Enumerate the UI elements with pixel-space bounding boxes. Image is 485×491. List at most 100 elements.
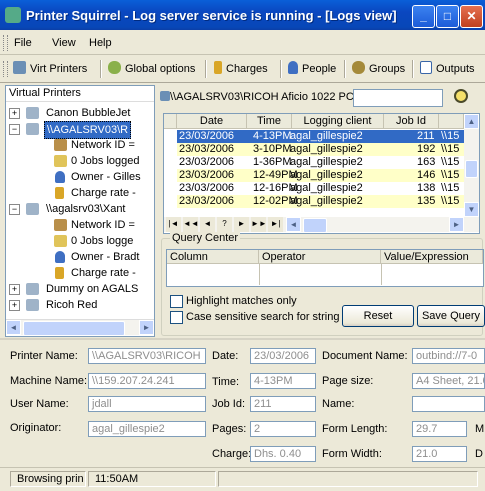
pages-label: Pages: — [212, 423, 247, 435]
tree-item-label: \\agalsrv03\Xant — [46, 203, 126, 215]
menu-help[interactable]: Help — [89, 37, 112, 49]
collapse-icon[interactable]: − — [9, 124, 20, 135]
collapse-icon[interactable]: − — [9, 204, 20, 215]
next-record-icon[interactable]: ► — [234, 217, 249, 232]
prev-record-icon[interactable]: ◄ — [200, 217, 215, 232]
scroll-left-icon[interactable]: ◄ — [286, 217, 301, 232]
name-field[interactable] — [412, 396, 485, 412]
search-icon[interactable] — [454, 89, 468, 103]
expand-icon[interactable]: + — [9, 284, 20, 295]
machine-name-field[interactable]: \\159.207.24.241 — [88, 373, 206, 389]
scroll-left-icon[interactable]: ◄ — [6, 320, 21, 335]
printer-search-field[interactable] — [353, 89, 443, 107]
form-width-label: Form Width: — [322, 448, 382, 460]
global-options-button[interactable]: Global options — [108, 60, 195, 78]
time-field[interactable]: 4-13PM — [250, 373, 316, 389]
scroll-down-icon[interactable]: ▼ — [464, 202, 479, 217]
table-row[interactable]: 23/03/2006 12-49PM agal_gillespie2 146 \\15 — [177, 169, 464, 182]
network-icon — [54, 139, 67, 151]
scroll-right-icon[interactable]: ► — [449, 217, 464, 232]
table-row[interactable]: 23/03/2006 12-02PM agal_gillespie2 135 \\15 — [177, 195, 464, 208]
tree-item-label: Ricoh Red — [46, 299, 98, 311]
outputs-button[interactable]: Outputs — [420, 60, 475, 78]
groups-button[interactable]: Groups — [352, 60, 405, 78]
close-button[interactable]: ✕ — [460, 5, 483, 28]
save-query-button[interactable]: Save Query — [417, 305, 485, 327]
scroll-thumb[interactable] — [303, 218, 327, 233]
tree-item-label: Network ID = — [71, 139, 135, 151]
document-name-field[interactable]: outbind://7-0 — [412, 348, 485, 364]
toolbar-separator — [344, 60, 346, 78]
table-row[interactable]: 23/03/2006 4-13PM agal_gillespie2 211 \\15 — [177, 130, 464, 143]
menu-file[interactable]: File — [14, 37, 32, 49]
case-sensitive-label: Case sensitive search for string — [186, 311, 340, 323]
virt-printers-label: Virt Printers — [30, 63, 88, 75]
highlight-matches-checkbox[interactable] — [170, 295, 183, 308]
column-header-extra[interactable] — [439, 114, 464, 129]
virt-printers-button[interactable]: Virt Printers — [13, 60, 87, 78]
next-page-icon[interactable]: ►► — [251, 217, 267, 232]
title-bar: Printer Squirrel - Log server service is… — [0, 0, 485, 30]
reset-button[interactable]: Reset — [342, 305, 414, 327]
highlight-matches-label: Highlight matches only — [186, 295, 297, 307]
column-header-client[interactable]: Logging client — [292, 114, 384, 129]
charges-button[interactable]: Charges — [214, 60, 268, 78]
menu-bar: File View Help — [0, 32, 485, 55]
minimize-button[interactable]: _ — [412, 5, 435, 28]
network-icon — [54, 219, 67, 231]
people-button[interactable]: People — [288, 60, 336, 78]
folder-icon — [54, 155, 67, 167]
table-row[interactable]: 23/03/2006 3-10PM agal_gillespie2 192 \\15 — [177, 143, 464, 156]
column-header-operator[interactable]: Operator — [259, 250, 381, 264]
originator-field[interactable]: agal_gillespie2 — [88, 421, 206, 437]
form-length-field[interactable]: 29.7 — [412, 421, 467, 437]
charge-field[interactable]: Dhs. 0.40 — [250, 446, 316, 462]
date-field[interactable]: 23/03/2006 — [250, 348, 316, 364]
query-table[interactable]: Column Operator Value/Expression — [166, 249, 484, 287]
job-id-field[interactable]: 211 — [250, 396, 316, 412]
tree-horizontal-scrollbar[interactable]: ◄ ► — [6, 319, 154, 336]
column-header-value[interactable]: Value/Expression — [381, 250, 483, 264]
originator-label: Originator: — [10, 422, 62, 434]
last-record-icon[interactable]: ►| — [268, 217, 283, 232]
scroll-thumb[interactable] — [465, 160, 478, 178]
column-header-jobid[interactable]: Job Id — [384, 114, 439, 129]
find-record-icon[interactable]: ? — [217, 217, 232, 232]
user-name-label: User Name: — [10, 398, 69, 410]
form-width-field[interactable]: 21.0 — [412, 446, 467, 462]
printer-name-field[interactable]: \\AGALSRV03\RICOH — [88, 348, 206, 364]
pages-field[interactable]: 2 — [250, 421, 316, 437]
person-icon — [55, 171, 65, 183]
status-bar: Browsing prin 11:50AM — [0, 467, 485, 491]
prev-page-icon[interactable]: ◄◄ — [183, 217, 199, 232]
coins-icon — [55, 187, 64, 199]
maximize-button[interactable]: □ — [436, 5, 459, 28]
user-name-field[interactable]: jdall — [88, 396, 206, 412]
column-header-date[interactable]: Date — [177, 114, 247, 129]
column-header-time[interactable]: Time — [247, 114, 292, 129]
page-size-field[interactable]: A4 Sheet, 21.0 — [412, 373, 485, 389]
toolbar: Virt Printers Global options Charges Peo… — [0, 56, 485, 83]
tree-item-label: Canon BubbleJet — [46, 107, 131, 119]
expand-icon[interactable]: + — [9, 300, 20, 311]
menu-view[interactable]: View — [52, 37, 76, 49]
virtual-printers-tree[interactable]: Virtual Printers + Canon BubbleJet − \\AGA… — [5, 85, 155, 337]
column-divider — [259, 264, 260, 285]
status-panel — [218, 471, 478, 487]
first-record-icon[interactable]: |◄ — [166, 217, 181, 232]
group-icon — [352, 61, 365, 74]
case-sensitive-checkbox[interactable] — [170, 311, 183, 324]
table-row[interactable]: 23/03/2006 12-16PM agal_gillespie2 138 \\15 — [177, 182, 464, 195]
table-row[interactable]: 23/03/2006 1-36PM agal_gillespie2 163 \\15 — [177, 156, 464, 169]
expand-icon[interactable]: + — [9, 108, 20, 119]
log-grid[interactable]: Date Time Logging client Job Id 23/03/20… — [163, 113, 480, 234]
time-label: Time: — [212, 376, 240, 388]
scroll-up-icon[interactable]: ▲ — [464, 114, 479, 129]
tree-item-label: Dummy on AGALS — [46, 283, 139, 295]
grid-vertical-scrollbar[interactable]: ▲ ▼ — [464, 114, 479, 217]
tree-item-label: Network ID = — [71, 219, 135, 231]
scroll-thumb[interactable] — [23, 321, 125, 336]
machine-name-label: Machine Name: — [10, 375, 88, 387]
column-header-column[interactable]: Column — [167, 250, 259, 264]
scroll-right-icon[interactable]: ► — [139, 320, 154, 335]
